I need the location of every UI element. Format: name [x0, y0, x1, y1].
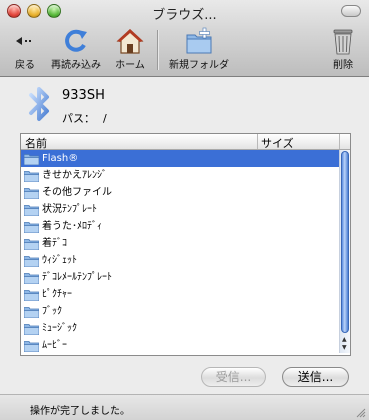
delete-label: 削除 — [333, 60, 353, 71]
file-list[interactable]: 名前 サイズ Flash® きせかえｱﾚﾝｼﾞ その他ファイル 状況ﾃﾝﾌﾟﾚｰ… — [20, 133, 351, 356]
back-button[interactable]: 戻る — [8, 26, 42, 74]
list-item[interactable]: ﾃﾞｺﾚﾒｰﾙﾃﾝﾌﾟﾚｰﾄ — [21, 269, 340, 286]
list-rows: Flash® きせかえｱﾚﾝｼﾞ その他ファイル 状況ﾃﾝﾌﾟﾚｰﾄ 着うた･ﾒ… — [21, 150, 340, 354]
folder-icon — [24, 221, 39, 233]
resize-grip-icon[interactable] — [356, 408, 366, 418]
item-name: ﾐｭｰｼﾞｯｸ — [42, 323, 77, 334]
toolbar-toggle-button[interactable] — [341, 5, 361, 17]
list-item[interactable]: 状況ﾃﾝﾌﾟﾚｰﾄ — [21, 201, 340, 218]
list-item[interactable]: ﾋﾟｸﾁｬｰ — [21, 286, 340, 303]
reload-icon — [46, 26, 106, 56]
list-item[interactable]: その他ファイル — [21, 184, 340, 201]
item-name: ﾌﾞｯｸ — [42, 306, 62, 317]
scroll-up-arrow-icon[interactable]: ▲ — [342, 336, 347, 343]
item-name: きせかえｱﾚﾝｼﾞ — [42, 170, 107, 181]
item-name: Flash® — [42, 153, 79, 164]
item-name: ﾃﾞｺﾚﾒｰﾙﾃﾝﾌﾟﾚｰﾄ — [42, 272, 112, 283]
folder-icon — [24, 187, 39, 199]
list-item[interactable]: ﾑｰﾋﾞｰ — [21, 337, 340, 354]
device-name: 933SH — [62, 88, 105, 103]
home-label: ホーム — [115, 60, 145, 71]
column-divider — [339, 134, 340, 149]
back-arrow-icon — [8, 26, 42, 56]
delete-button[interactable]: 削除 — [327, 26, 359, 74]
list-header: 名前 サイズ — [21, 134, 350, 150]
list-item[interactable]: 着うた･ﾒﾛﾃﾞｨ — [21, 218, 340, 235]
receive-button[interactable]: 受信... — [201, 367, 266, 387]
new-folder-icon — [164, 26, 234, 56]
send-button[interactable]: 送信... — [282, 367, 349, 387]
item-name: ﾑｰﾋﾞｰ — [42, 340, 67, 351]
browse-window: ブラウズ... 戻る 再読み込み ホーム 新規フォルダ 削除 933SH パス：… — [0, 0, 369, 420]
new-folder-label: 新規フォルダ — [169, 60, 229, 71]
folder-icon — [24, 323, 39, 335]
new-folder-button[interactable]: 新規フォルダ — [164, 26, 234, 74]
folder-icon — [24, 306, 39, 318]
house-icon — [110, 26, 150, 56]
list-item[interactable]: Flash® — [21, 150, 340, 167]
path-row: パス： / — [62, 110, 115, 126]
toolbar-separator — [157, 30, 159, 70]
reload-label: 再読み込み — [51, 60, 101, 71]
trash-icon — [327, 26, 359, 56]
window-title: ブラウズ... — [152, 8, 217, 23]
item-name: 着ﾃﾞｺ — [42, 238, 67, 249]
column-header-name[interactable]: 名前 — [25, 135, 47, 151]
title-toolbar: ブラウズ... 戻る 再読み込み ホーム 新規フォルダ 削除 — [0, 0, 369, 77]
folder-icon — [24, 272, 39, 284]
item-name: 状況ﾃﾝﾌﾟﾚｰﾄ — [42, 204, 97, 215]
scroll-thumb[interactable] — [341, 151, 349, 333]
list-item[interactable]: ｳｨｼﾞｪｯﾄ — [21, 252, 340, 269]
status-bar: 操作が完了しました。 — [0, 394, 369, 420]
list-item[interactable]: きせかえｱﾚﾝｼﾞ — [21, 167, 340, 184]
item-name: ﾋﾟｸﾁｬｰ — [42, 289, 72, 300]
list-item[interactable]: 着ﾃﾞｺ — [21, 235, 340, 252]
status-text: 操作が完了しました。 — [30, 406, 130, 417]
folder-icon — [24, 204, 39, 216]
folder-icon — [24, 170, 39, 182]
folder-icon — [24, 289, 39, 301]
column-header-size[interactable]: サイズ — [261, 135, 294, 151]
vertical-scrollbar[interactable]: ▲ ▼ — [339, 150, 350, 353]
item-name: ｳｨｼﾞｪｯﾄ — [42, 255, 77, 266]
back-label: 戻る — [15, 60, 35, 71]
folder-icon — [24, 153, 39, 165]
scroll-down-arrow-icon[interactable]: ▼ — [342, 344, 347, 351]
folder-icon — [24, 238, 39, 250]
home-button[interactable]: ホーム — [110, 26, 150, 74]
item-name: その他ファイル — [42, 187, 112, 198]
column-divider[interactable] — [257, 134, 258, 149]
list-item[interactable]: ﾌﾞｯｸ — [21, 303, 340, 320]
list-item[interactable]: ﾐｭｰｼﾞｯｸ — [21, 320, 340, 337]
path-label: パス： — [62, 112, 95, 125]
item-name: 着うた･ﾒﾛﾃﾞｨ — [42, 221, 102, 232]
path-value: / — [103, 112, 107, 125]
reload-button[interactable]: 再読み込み — [46, 26, 106, 74]
folder-icon — [24, 255, 39, 267]
bluetooth-icon — [22, 86, 56, 125]
folder-icon — [24, 340, 39, 352]
